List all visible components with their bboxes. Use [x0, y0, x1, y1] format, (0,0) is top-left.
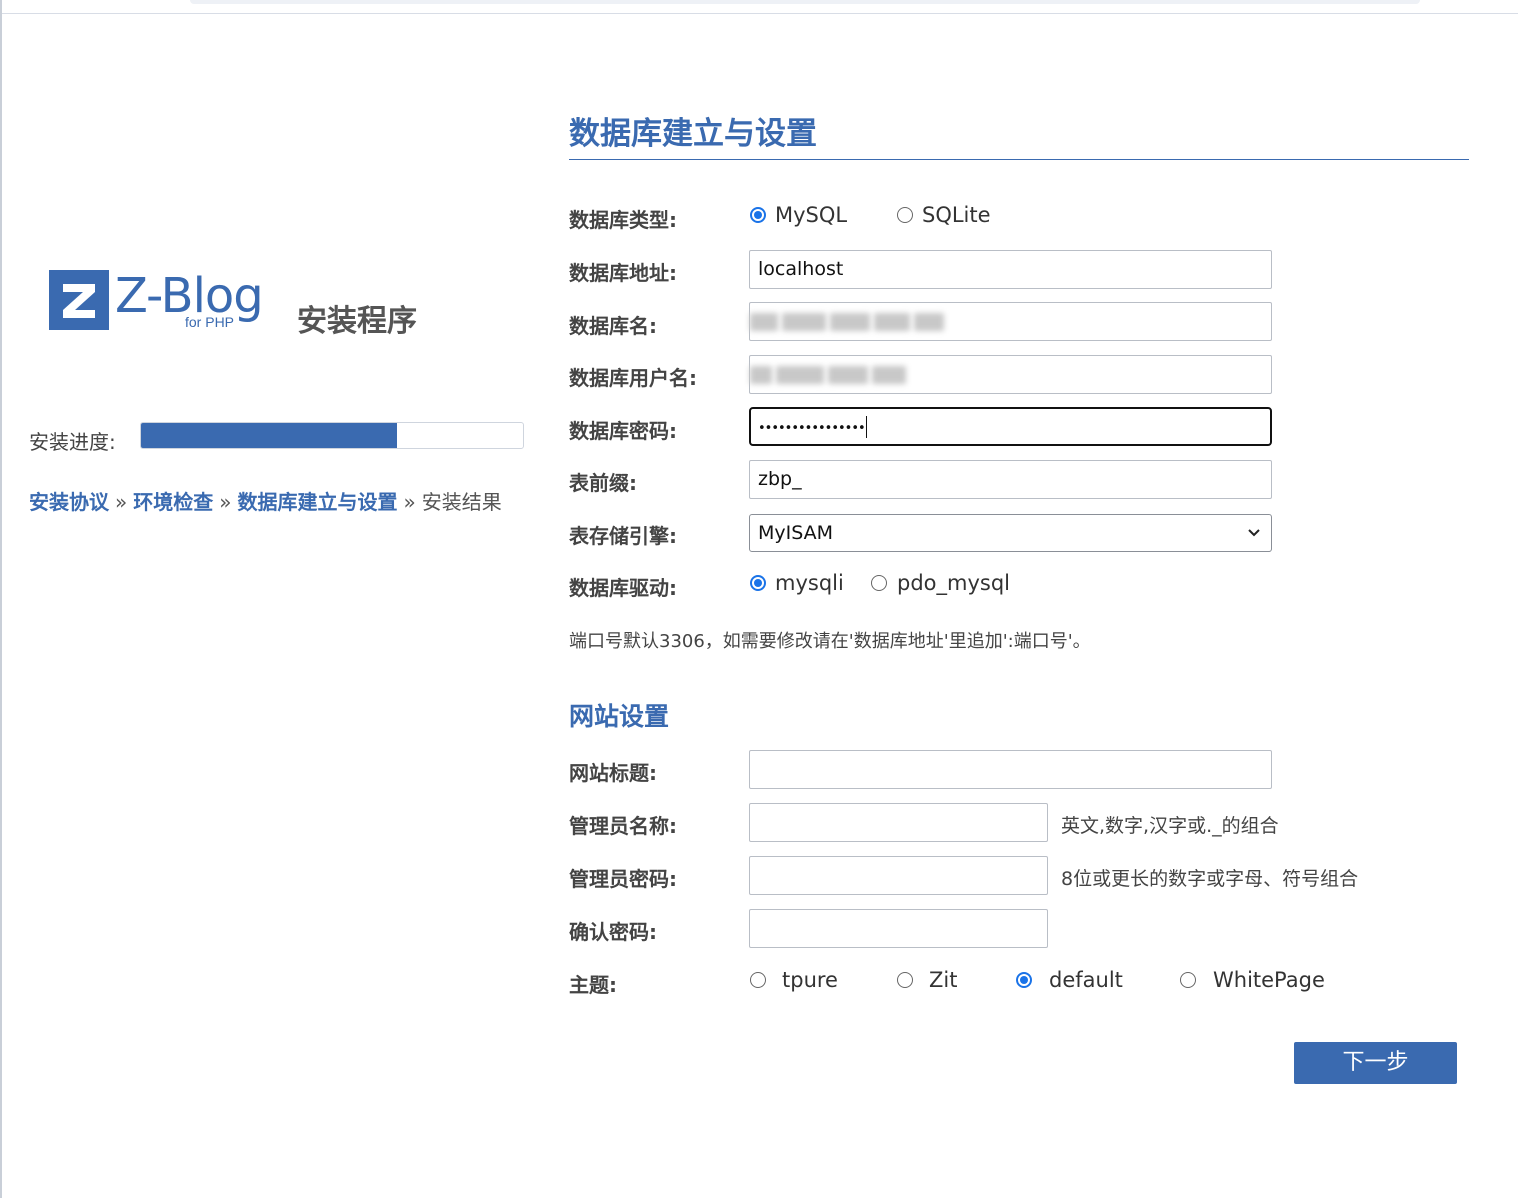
breadcrumb-step: 数据库建立与设置 — [237, 490, 398, 514]
zblog-logo: Z-Blog for PHP 安装程序 — [49, 266, 429, 346]
browser-top-edge — [190, 0, 1420, 4]
top-divider — [0, 13, 1518, 14]
theme-whitepage-text[interactable]: WhitePage — [1213, 968, 1325, 992]
progress-fill — [141, 423, 397, 448]
driver-pdo-mysql-radio[interactable] — [871, 575, 887, 591]
breadcrumb-step: 安装结果 — [421, 490, 502, 514]
redacted-value — [750, 309, 944, 335]
driver-mysqli-text[interactable]: mysqli — [775, 571, 844, 595]
install-progress-bar — [140, 422, 524, 449]
theme-zit-radio[interactable] — [897, 972, 913, 988]
theme-whitepage-radio[interactable] — [1180, 972, 1196, 988]
db-password-label: 数据库密码: — [569, 419, 677, 443]
site-title-label: 网站标题: — [569, 761, 657, 785]
theme-default-text[interactable]: default — [1049, 968, 1123, 992]
password-dots: •••••••••••••••• — [758, 421, 866, 436]
table-engine-label: 表存储引擎: — [569, 524, 677, 548]
admin-password-input[interactable] — [749, 856, 1048, 895]
db-driver-label: 数据库驱动: — [569, 576, 677, 600]
breadcrumb-separator: » — [219, 490, 232, 514]
installer-title: 安装程序 — [297, 304, 417, 339]
z-logo-icon — [49, 270, 109, 330]
db-type-mysql-text[interactable]: MySQL — [775, 203, 847, 227]
theme-tpure-radio[interactable] — [750, 972, 766, 988]
confirm-password-label: 确认密码: — [569, 920, 657, 944]
table-prefix-input[interactable]: zbp_ — [749, 460, 1272, 499]
site-section-title: 网站设置 — [569, 702, 670, 731]
table-prefix-label: 表前缀: — [569, 471, 637, 495]
progress-label: 安装进度: — [29, 430, 116, 454]
logo-subtitle: for PHP — [185, 314, 235, 330]
next-step-button[interactable]: 下一步 — [1294, 1042, 1457, 1084]
admin-password-hint: 8位或更长的数字或字母、符号组合 — [1061, 868, 1359, 890]
db-name-input[interactable] — [749, 302, 1272, 341]
db-user-label: 数据库用户名: — [569, 366, 697, 390]
theme-zit-text[interactable]: Zit — [929, 968, 957, 992]
breadcrumb-step: 环境检查 — [133, 490, 214, 514]
breadcrumb-separator: » — [403, 490, 416, 514]
db-type-sqlite-radio[interactable] — [897, 207, 913, 223]
table-engine-select[interactable]: MyISAM — [749, 514, 1272, 552]
driver-mysqli-radio[interactable] — [750, 575, 766, 591]
redacted-value — [750, 362, 906, 388]
title-underline — [569, 159, 1469, 160]
db-user-input[interactable] — [749, 355, 1272, 394]
text-caret — [865, 415, 867, 438]
db-password-input[interactable]: •••••••••••••••• — [749, 407, 1272, 446]
site-title-input[interactable] — [749, 750, 1272, 789]
theme-label: 主题: — [569, 973, 617, 997]
chevron-down-icon — [1247, 515, 1261, 565]
confirm-password-input[interactable] — [749, 909, 1048, 948]
db-type-label: 数据库类型: — [569, 208, 677, 232]
admin-password-label: 管理员密码: — [569, 867, 677, 891]
install-steps-breadcrumb: 安装协议» 环境检查» 数据库建立与设置» 安装结果 — [29, 486, 502, 515]
admin-name-label: 管理员名称: — [569, 814, 677, 838]
db-host-input[interactable]: localhost — [749, 250, 1272, 289]
db-name-label: 数据库名: — [569, 314, 657, 338]
driver-pdo-mysql-text[interactable]: pdo_mysql — [897, 571, 1010, 595]
port-note: 端口号默认3306，如需要修改请在'数据库地址'里追加':端口号'。 — [569, 631, 1091, 652]
breadcrumb-step: 安装协议 — [29, 490, 109, 514]
db-section-title: 数据库建立与设置 — [569, 116, 817, 152]
db-host-label: 数据库地址: — [569, 261, 677, 285]
admin-name-input[interactable] — [749, 803, 1048, 842]
breadcrumb-separator: » — [115, 490, 128, 514]
theme-tpure-text[interactable]: tpure — [782, 968, 838, 992]
theme-default-radio[interactable] — [1016, 972, 1032, 988]
window-left-edge — [0, 0, 2, 1198]
table-engine-value: MyISAM — [758, 522, 834, 544]
admin-name-hint: 英文,数字,汉字或._的组合 — [1061, 815, 1279, 837]
db-type-sqlite-text[interactable]: SQLite — [922, 203, 991, 227]
db-type-mysql-radio[interactable] — [750, 207, 766, 223]
